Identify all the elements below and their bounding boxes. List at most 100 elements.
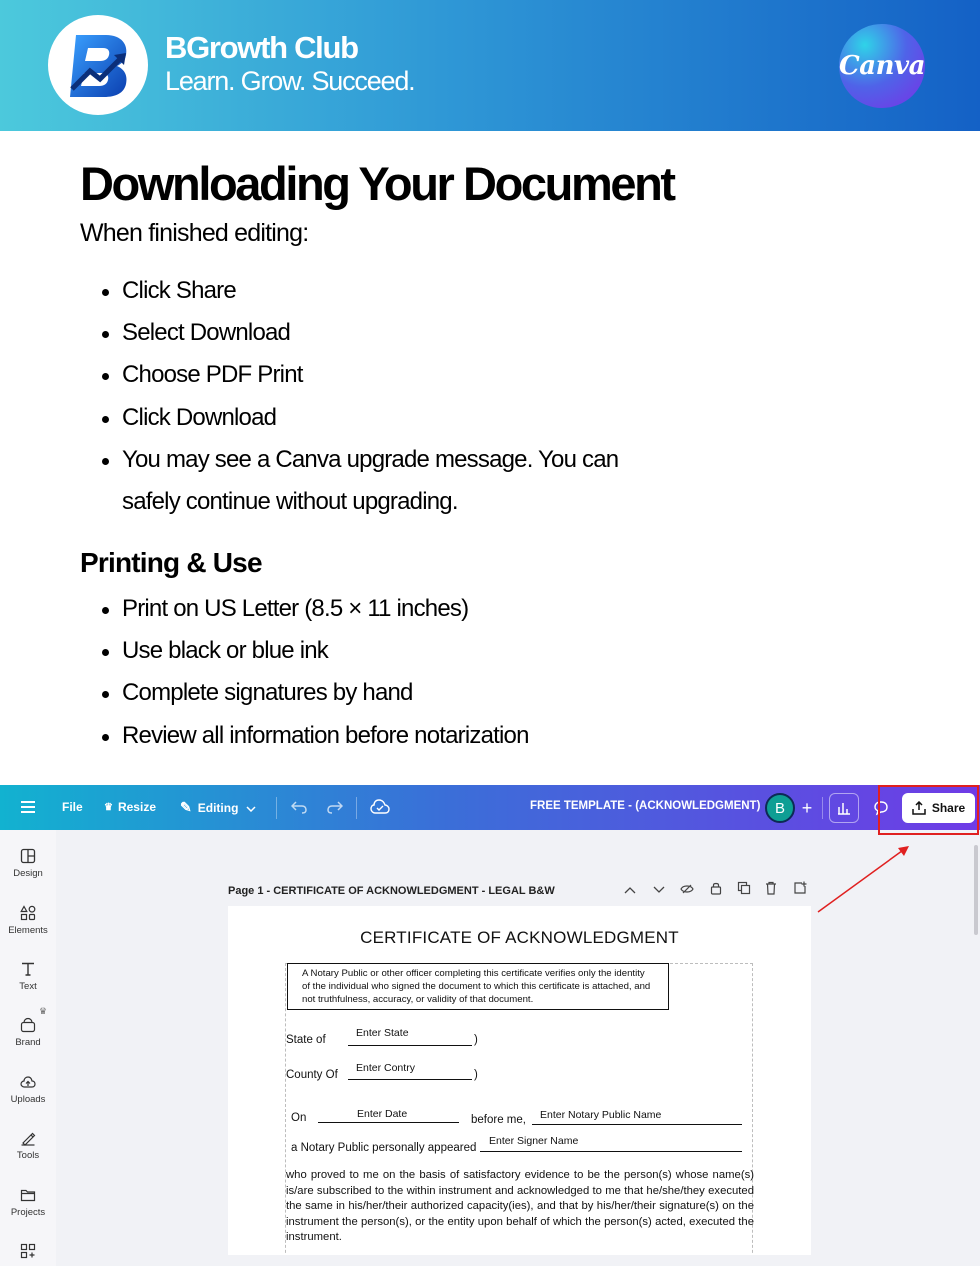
state-field[interactable]: Enter State (356, 1027, 409, 1039)
chevron-down-icon (246, 801, 256, 815)
duplicate-page-icon[interactable] (737, 881, 751, 898)
trash-icon[interactable] (765, 881, 777, 898)
arrow-pointer-icon (817, 846, 909, 913)
sidebar-item-label: Text (19, 981, 37, 992)
tools-icon (21, 1132, 36, 1146)
redo-icon[interactable] (326, 798, 344, 816)
header-banner: BGrowth Club Learn. Grow. Succeed. Canva (0, 0, 980, 131)
paren: ) (474, 1069, 478, 1081)
chevron-down-icon[interactable] (653, 883, 665, 897)
add-collaborator-button[interactable]: + (792, 793, 822, 823)
folder-icon (20, 1189, 36, 1202)
list-item: Print on US Letter (8.5 × 11 inches) (102, 588, 722, 630)
resize-button[interactable]: ♛ Resize (104, 800, 156, 814)
sidebar-item-text[interactable]: Text (0, 961, 56, 992)
section-heading-printing: Printing & Use (80, 547, 263, 578)
acknowledgment-paragraph[interactable]: who proved to me on the basis of satisfa… (286, 1168, 754, 1246)
download-steps-list: Click Share Select Download Choose PDF P… (102, 270, 622, 523)
divider (276, 797, 277, 819)
list-item: Select Download (102, 312, 622, 354)
list-item: Complete signatures by hand (102, 672, 722, 714)
notice-line: of the individual who signed the documen… (302, 981, 651, 992)
share-highlight-box (878, 785, 979, 835)
before-me-label: before me, (471, 1114, 526, 1126)
sidebar-item-label: Design (13, 868, 43, 879)
county-label: County Of (286, 1069, 338, 1081)
canva-logo-badge: Canva (839, 24, 925, 108)
list-item: Review all information before notarizati… (102, 715, 722, 757)
list-item: Choose PDF Print (102, 354, 622, 396)
undo-icon[interactable] (290, 798, 308, 816)
notary-name-field[interactable]: Enter Notary Public Name (540, 1109, 661, 1121)
resize-label: Resize (117, 800, 156, 814)
sidebar-item-uploads[interactable]: Uploads (0, 1074, 56, 1105)
sidebar-item-label: Tools (16, 1150, 40, 1161)
brand-tagline: Learn. Grow. Succeed. (165, 66, 416, 96)
intro-text: When finished editing: (80, 219, 309, 247)
paren: ) (474, 1034, 478, 1046)
signer-line (480, 1151, 742, 1152)
sidebar-item-label: Uploads (10, 1094, 46, 1105)
signer-name-field[interactable]: Enter Signer Name (489, 1135, 578, 1147)
editing-mode-dropdown[interactable]: ✎ Editing (180, 799, 256, 816)
list-item: Use black or blue ink (102, 630, 722, 672)
bgrowth-logo-icon (48, 15, 148, 115)
state-label: State of (286, 1034, 326, 1046)
crown-icon: ♛ (104, 801, 113, 813)
document-title-text[interactable]: CERTIFICATE OF ACKNOWLEDGMENT (228, 928, 811, 948)
elements-icon (20, 905, 36, 921)
crown-icon: ♛ (39, 1006, 48, 1016)
list-item: Click Download (102, 397, 622, 439)
page-label[interactable]: Page 1 - CERTIFICATE OF ACKNOWLEDGMENT -… (228, 885, 555, 897)
bottom-toolbar (56, 1255, 980, 1266)
canva-sidebar: Design Elements Text Brand ♛ Uploads Too… (0, 830, 56, 1266)
document-page[interactable]: CERTIFICATE OF ACKNOWLEDGMENT A Notary P… (228, 906, 811, 1266)
sidebar-item-label: Elements (8, 925, 48, 936)
cloud-saved-icon[interactable] (370, 797, 390, 817)
file-menu[interactable]: File (62, 800, 83, 814)
apps-icon (20, 1243, 36, 1259)
divider (822, 797, 823, 819)
add-page-icon[interactable] (793, 881, 807, 898)
plus-icon: + (801, 797, 813, 818)
notice-line: not truthfulness, accuracy, or validity … (302, 994, 534, 1005)
text-icon (22, 962, 34, 976)
sidebar-item-elements[interactable]: Elements (0, 905, 56, 936)
notary-line (532, 1124, 742, 1125)
hide-page-icon[interactable] (680, 883, 694, 897)
date-field[interactable]: Enter Date (357, 1108, 407, 1120)
appeared-label: a Notary Public personally appeared (291, 1142, 477, 1154)
page-title: Downloading Your Document (80, 157, 676, 210)
sidebar-item-projects[interactable]: Projects (0, 1187, 56, 1218)
chevron-up-icon[interactable] (624, 883, 636, 897)
sidebar-item-brand[interactable]: Brand (0, 1017, 56, 1048)
bar-chart-icon (838, 803, 850, 815)
uploads-icon (20, 1076, 36, 1088)
on-label: On (291, 1112, 307, 1124)
pencil-icon: ✎ (180, 799, 192, 815)
lock-icon[interactable] (710, 881, 722, 898)
canva-topbar: File ♛ Resize ✎ Editing FREE TEMPLATE - … (0, 785, 980, 830)
document-title[interactable]: FREE TEMPLATE - (ACKNOWLEDGMENT) (530, 800, 760, 812)
avatar[interactable]: B (765, 793, 795, 823)
hamburger-icon[interactable] (21, 800, 35, 814)
county-field[interactable]: Enter Contry (356, 1062, 415, 1074)
brand-icon (20, 1017, 36, 1033)
insights-button[interactable] (829, 793, 859, 823)
sidebar-item-apps[interactable] (0, 1243, 56, 1259)
notice-box[interactable]: A Notary Public or other officer complet… (287, 963, 669, 1010)
sidebar-item-design[interactable]: Design (0, 848, 56, 879)
sidebar-item-label: Projects (10, 1207, 46, 1218)
canva-editor-screenshot: File ♛ Resize ✎ Editing FREE TEMPLATE - … (0, 785, 980, 1266)
list-item: You may see a Canva upgrade message. You… (102, 439, 622, 523)
list-item: Click Share (102, 270, 622, 312)
sidebar-item-label: Brand (15, 1037, 41, 1048)
date-line (318, 1122, 459, 1123)
design-icon (20, 848, 36, 864)
state-line (348, 1045, 472, 1046)
vertical-scrollbar[interactable] (974, 845, 978, 935)
sidebar-item-tools[interactable]: Tools (0, 1130, 56, 1161)
printing-list: Print on US Letter (8.5 × 11 inches) Use… (102, 588, 722, 757)
county-line (348, 1079, 472, 1080)
notice-line: A Notary Public or other officer complet… (302, 968, 645, 979)
